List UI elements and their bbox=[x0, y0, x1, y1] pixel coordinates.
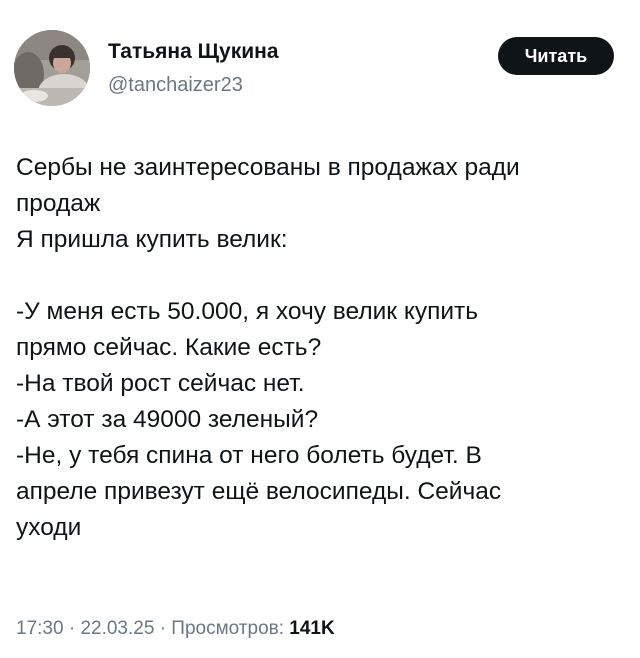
author-handle[interactable]: @tanchaizer23 bbox=[108, 74, 243, 97]
views-label: Просмотров: bbox=[171, 618, 285, 639]
avatar[interactable] bbox=[14, 30, 90, 106]
views-count: 141K bbox=[289, 618, 335, 639]
tweet-date[interactable]: 22.03.25 bbox=[80, 618, 154, 639]
tweet-line: Сербы не заинтересованы в продажах ради bbox=[16, 154, 520, 181]
tweet-line: прямо сейчас. Какие есть? bbox=[16, 334, 322, 361]
tweet-line: уходи bbox=[16, 514, 82, 541]
tweet-line: Я пришла купить велик: bbox=[16, 226, 288, 253]
meta-separator: · bbox=[68, 618, 76, 639]
tweet-text: Сербы не заинтересованы в продажах ради … bbox=[16, 150, 624, 546]
follow-button[interactable]: Читать bbox=[498, 37, 614, 75]
author-name[interactable]: Татьяна Щукина bbox=[108, 40, 279, 64]
meta-separator: · bbox=[159, 618, 167, 639]
tweet-line: -У меня есть 50.000, я хочу велик купить bbox=[16, 298, 479, 325]
tweet-line: -На твой рост сейчас нет. bbox=[16, 370, 305, 397]
tweet-header: Татьяна Щукина @tanchaizer23 Читать bbox=[0, 0, 640, 120]
tweet-line bbox=[16, 258, 624, 294]
avatar-image bbox=[14, 30, 90, 106]
tweet-line: -Не, у тебя спина от него болеть будет. … bbox=[16, 442, 482, 469]
tweet-line: апреле привезут ещё велосипеды. Сейчас bbox=[16, 478, 502, 505]
tweet-line: -А этот за 49000 зеленый? bbox=[16, 406, 319, 433]
tweet-meta: 17:30 · 22.03.25 · Просмотров: 141K bbox=[16, 618, 335, 640]
tweet-time[interactable]: 17:30 bbox=[16, 618, 64, 639]
tweet-line: продаж bbox=[16, 190, 101, 217]
